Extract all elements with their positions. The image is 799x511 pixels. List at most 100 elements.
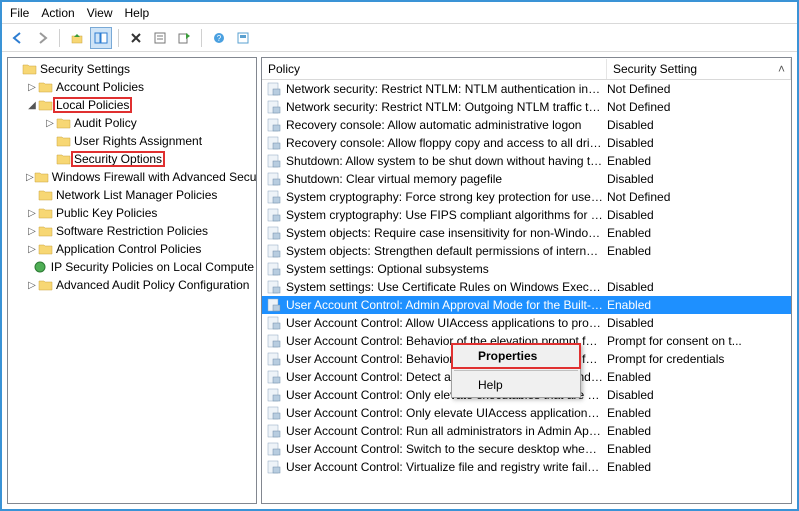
tree-item[interactable]: ▷Windows Firewall with Advanced Secu bbox=[8, 168, 256, 186]
folder-icon bbox=[56, 151, 72, 167]
policy-row[interactable]: User Account Control: Run all administra… bbox=[262, 422, 791, 440]
tree-item[interactable]: ▷Software Restriction Policies bbox=[8, 222, 256, 240]
policy-icon bbox=[266, 81, 282, 97]
policy-row[interactable]: System cryptography: Force strong key pr… bbox=[262, 188, 791, 206]
folder-icon bbox=[38, 205, 54, 221]
policy-setting: Enabled bbox=[607, 226, 791, 240]
policy-row[interactable]: System settings: Optional subsystems bbox=[262, 260, 791, 278]
policy-name: System cryptography: Force strong key pr… bbox=[286, 190, 607, 204]
policy-name: User Account Control: Switch to the secu… bbox=[286, 442, 607, 456]
policy-icon bbox=[266, 441, 282, 457]
context-menu: Properties Help bbox=[451, 343, 581, 398]
policy-row[interactable]: User Account Control: Switch to the secu… bbox=[262, 440, 791, 458]
folder-icon bbox=[38, 223, 54, 239]
context-menu-properties[interactable]: Properties bbox=[452, 344, 580, 368]
expander-icon[interactable]: ▷ bbox=[26, 82, 38, 93]
expander-icon[interactable]: ▷ bbox=[26, 280, 38, 291]
policy-row[interactable]: System objects: Strengthen default permi… bbox=[262, 242, 791, 260]
delete-button[interactable] bbox=[125, 27, 147, 49]
policy-row[interactable]: Shutdown: Clear virtual memory pagefileD… bbox=[262, 170, 791, 188]
policy-row[interactable]: User Account Control: Virtualize file an… bbox=[262, 458, 791, 476]
folder-icon bbox=[38, 79, 54, 95]
policy-icon bbox=[266, 135, 282, 151]
up-button[interactable] bbox=[66, 27, 88, 49]
tree-label: Public Key Policies bbox=[54, 206, 159, 220]
policy-name: Recovery console: Allow floppy copy and … bbox=[286, 136, 607, 150]
tree-item[interactable]: Security Options bbox=[8, 150, 256, 168]
tree-item[interactable]: ▷ Application Control Policies bbox=[8, 240, 256, 258]
tree-item[interactable]: ▷ Public Key Policies bbox=[8, 204, 256, 222]
tree[interactable]: Security Settings ▷ Account Policies ◢Local… bbox=[8, 58, 256, 296]
expander-icon[interactable]: ▷ bbox=[26, 226, 38, 237]
policy-row[interactable]: System settings: Use Certificate Rules o… bbox=[262, 278, 791, 296]
tree-root[interactable]: Security Settings bbox=[8, 60, 256, 78]
export-button[interactable] bbox=[173, 27, 195, 49]
tree-label: IP Security Policies on Local Compute bbox=[49, 260, 256, 274]
expander-icon[interactable]: ▷ bbox=[44, 118, 56, 129]
column-header-setting[interactable]: Security Setting bbox=[607, 59, 791, 79]
policy-name: System settings: Use Certificate Rules o… bbox=[286, 280, 607, 294]
tree-item[interactable]: ▷ Advanced Audit Policy Configuration bbox=[8, 276, 256, 294]
column-header-policy[interactable]: Policy bbox=[262, 59, 607, 79]
toolbar: ? bbox=[2, 24, 797, 52]
tree-item[interactable]: Network List Manager Policies bbox=[8, 186, 256, 204]
policy-name: System cryptography: Use FIPS compliant … bbox=[286, 208, 607, 222]
tree-item[interactable]: ▷Audit Policy bbox=[8, 114, 256, 132]
tree-label: Application Control Policies bbox=[54, 242, 203, 256]
menubar: File Action View Help bbox=[2, 2, 797, 24]
policy-row[interactable]: System cryptography: Use FIPS compliant … bbox=[262, 206, 791, 224]
back-button[interactable] bbox=[7, 27, 29, 49]
policy-name: Network security: Restrict NTLM: Outgoin… bbox=[286, 100, 607, 114]
expander-icon[interactable]: ▷ bbox=[26, 244, 38, 255]
tree-label: User Rights Assignment bbox=[72, 134, 204, 148]
folder-icon bbox=[38, 277, 54, 293]
policy-icon bbox=[266, 351, 282, 367]
policy-icon bbox=[266, 333, 282, 349]
tree-label: Network List Manager Policies bbox=[54, 188, 219, 202]
policy-row[interactable]: User Account Control: Only elevate UIAcc… bbox=[262, 404, 791, 422]
tree-item[interactable]: ◢Local Policies bbox=[8, 96, 256, 114]
context-menu-help[interactable]: Help bbox=[452, 373, 580, 397]
policy-setting: Enabled bbox=[607, 460, 791, 474]
menu-file[interactable]: File bbox=[10, 6, 29, 20]
expander-icon[interactable]: ▷ bbox=[26, 172, 34, 183]
list-pane: Policy Security Setting ˄ Network securi… bbox=[261, 57, 792, 504]
menu-action[interactable]: Action bbox=[41, 6, 74, 20]
tree-label: Advanced Audit Policy Configuration bbox=[54, 278, 251, 292]
policy-row[interactable]: Network security: Restrict NTLM: Outgoin… bbox=[262, 98, 791, 116]
policy-name: User Account Control: Allow UIAccess app… bbox=[286, 316, 607, 330]
tree-item[interactable]: IP Security Policies on Local Compute bbox=[8, 258, 256, 276]
policy-setting: Enabled bbox=[607, 442, 791, 456]
menu-help[interactable]: Help bbox=[125, 6, 150, 20]
policy-setting: Disabled bbox=[607, 280, 791, 294]
refresh-button[interactable] bbox=[232, 27, 254, 49]
list-body[interactable]: Network security: Restrict NTLM: NTLM au… bbox=[262, 80, 791, 503]
policy-icon bbox=[266, 225, 282, 241]
toolbar-separator bbox=[118, 29, 119, 47]
show-tree-button[interactable] bbox=[90, 27, 112, 49]
policy-setting: Enabled bbox=[607, 298, 791, 312]
policy-row[interactable]: Shutdown: Allow system to be shut down w… bbox=[262, 152, 791, 170]
policy-row[interactable]: User Account Control: Admin Approval Mod… bbox=[262, 296, 791, 314]
policy-icon bbox=[266, 99, 282, 115]
scroll-up-icon: ˄ bbox=[778, 62, 785, 76]
expander-icon[interactable]: ▷ bbox=[26, 208, 38, 219]
tree-label: Account Policies bbox=[54, 80, 146, 94]
policy-row[interactable]: Network security: Restrict NTLM: NTLM au… bbox=[262, 80, 791, 98]
tree-item[interactable]: User Rights Assignment bbox=[8, 132, 256, 150]
forward-button[interactable] bbox=[31, 27, 53, 49]
menu-view[interactable]: View bbox=[87, 6, 113, 20]
policy-row[interactable]: Recovery console: Allow floppy copy and … bbox=[262, 134, 791, 152]
help-button[interactable]: ? bbox=[208, 27, 230, 49]
folder-icon bbox=[38, 241, 54, 257]
policy-icon bbox=[266, 423, 282, 439]
policy-row[interactable]: System objects: Require case insensitivi… bbox=[262, 224, 791, 242]
tree-item[interactable]: ▷ Account Policies bbox=[8, 78, 256, 96]
properties-button[interactable] bbox=[149, 27, 171, 49]
toolbar-separator bbox=[59, 29, 60, 47]
policy-row[interactable]: Recovery console: Allow automatic admini… bbox=[262, 116, 791, 134]
policy-row[interactable]: User Account Control: Allow UIAccess app… bbox=[262, 314, 791, 332]
expander-icon[interactable]: ◢ bbox=[26, 100, 38, 111]
policy-name: System objects: Strengthen default permi… bbox=[286, 244, 607, 258]
policy-icon bbox=[266, 459, 282, 475]
